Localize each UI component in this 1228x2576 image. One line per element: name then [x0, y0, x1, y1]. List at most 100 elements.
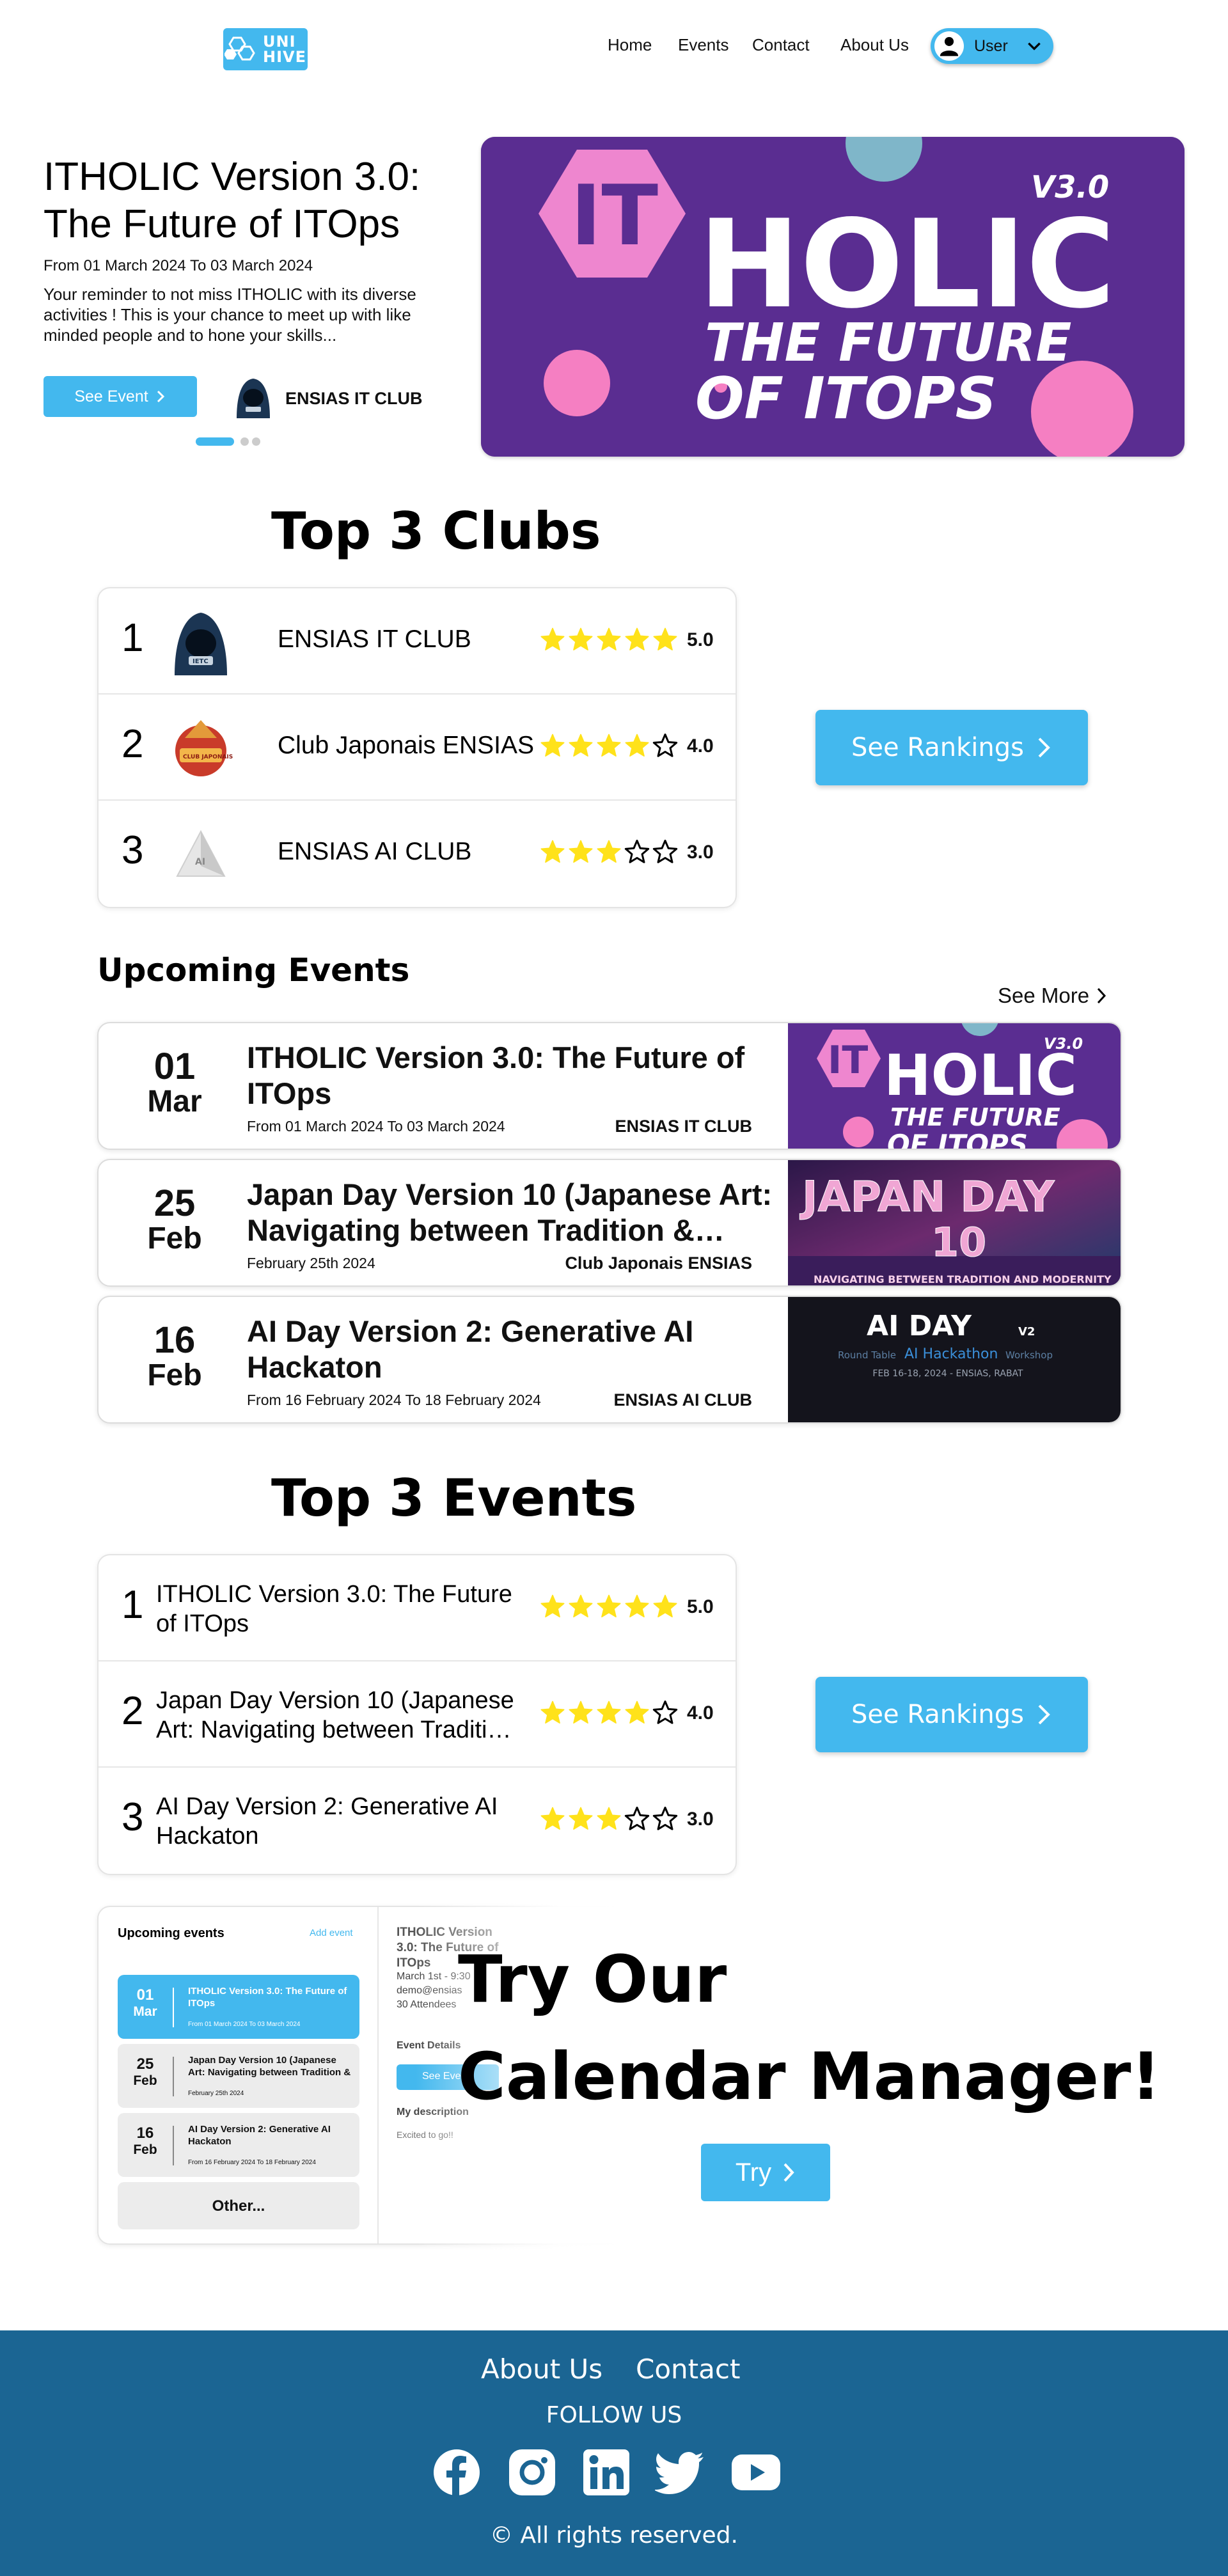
club-rank-row[interactable]: 3 AI ENSIAS AI CLUB 3.0	[98, 801, 736, 907]
star-filled-icon	[653, 1594, 677, 1617]
svg-text:10: 10	[931, 1219, 986, 1266]
logo-text-bottom: HIVE	[263, 48, 306, 66]
svg-text:AI DAY: AI DAY	[867, 1310, 972, 1342]
star-rating	[540, 839, 678, 865]
hero-banner[interactable]: IT HOLIC V3.0 THE FUTURE OF ITOPS	[481, 137, 1185, 457]
rating-value: 3.0	[687, 1809, 714, 1830]
calendar-other: Other...	[118, 2182, 359, 2229]
user-menu[interactable]: User	[931, 28, 1053, 64]
club-rank-row[interactable]: 2 CLUB JAPONAIS Club Japonais ENSIAS 4.0	[98, 695, 736, 801]
japan-day-banner-image: JAPAN DAY 10 NAVIGATING BETWEEN TRADITIO…	[788, 1160, 1121, 1285]
twitter-icon[interactable]	[655, 2447, 706, 2498]
mini-title: Japan Day Version 10 (Japanese Art: Navi…	[188, 2055, 351, 2078]
ai-day-banner-image: AI DAY V2 Round Table AI Hackathon Works…	[788, 1297, 1121, 1422]
linkedin-icon[interactable]	[581, 2447, 632, 2498]
svg-text:CLUB JAPONAIS: CLUB JAPONAIS	[183, 754, 233, 760]
star-filled-icon	[540, 840, 565, 863]
calendar-event-item: 16 Feb AI Day Version 2: Generative AI H…	[118, 2113, 359, 2177]
event-month: Feb	[147, 1221, 202, 1255]
club-name: Club Japonais ENSIAS	[278, 732, 535, 759]
rating-value: 4.0	[687, 735, 714, 757]
chevron-down-icon	[1027, 42, 1041, 51]
hero-club-name: ENSIAS IT CLUB	[285, 389, 423, 408]
svg-text:V2: V2	[1018, 1325, 1035, 1339]
star-filled-icon	[569, 1594, 593, 1617]
calendar-headline-line1: Try Our	[458, 1942, 727, 2018]
star-filled-icon	[625, 1594, 649, 1617]
mini-dates: February 25th 2024	[188, 2090, 244, 2097]
see-event-button[interactable]: See Event	[43, 376, 197, 417]
nav-events[interactable]: Events	[678, 35, 729, 55]
event-rank-row[interactable]: 3 AI Day Version 2: Generative AI Hackat…	[98, 1768, 736, 1874]
instagram-icon[interactable]	[507, 2447, 558, 2498]
star-filled-icon	[597, 1807, 621, 1830]
svg-text:OF ITOPS: OF ITOPS	[887, 1129, 1028, 1150]
svg-text:THE FUTURE: THE FUTURE	[890, 1103, 1060, 1131]
star-filled-icon	[569, 734, 593, 757]
star-filled-icon	[597, 1700, 621, 1724]
event-day: 25	[154, 1182, 196, 1224]
youtube-icon[interactable]	[730, 2447, 782, 2498]
carousel-dot-active[interactable]	[196, 437, 234, 446]
footer-contact[interactable]: Contact	[636, 2353, 740, 2385]
calendar-event-item: 01 Mar ITHOLIC Version 3.0: The Future o…	[118, 1975, 359, 2039]
see-more-link[interactable]: See More	[998, 984, 1107, 1008]
upcoming-events-title: Upcoming Events	[97, 952, 410, 989]
mini-month: Feb	[133, 2142, 157, 2157]
rating-value: 4.0	[687, 1702, 714, 1724]
mini-title: AI Day Version 2: Generative AI Hackaton	[188, 2124, 331, 2147]
star-filled-icon	[540, 1594, 565, 1617]
club-rank-row[interactable]: 1 IETC ENSIAS IT CLUB 5.0	[98, 588, 736, 695]
event-card[interactable]: 16 Feb AI Day Version 2: Generative AI H…	[97, 1296, 1122, 1424]
carousel-dot[interactable]	[240, 437, 249, 446]
star-rating	[540, 1700, 678, 1725]
user-name: User	[974, 36, 1008, 55]
nav-contact[interactable]: Contact	[752, 35, 810, 55]
chevron-right-icon	[157, 390, 164, 403]
star-filled-icon	[569, 627, 593, 650]
event-club: ENSIAS IT CLUB	[615, 1117, 752, 1136]
svg-text:OF ITOPS: OF ITOPS	[695, 365, 997, 432]
mini-month: Mar	[133, 2004, 157, 2019]
footer-about-us[interactable]: About Us	[481, 2353, 602, 2385]
star-empty-icon	[652, 840, 678, 863]
event-banner: IT HOLIC V3.0 THE FUTURE OF ITOPS	[788, 1023, 1121, 1150]
event-card[interactable]: 25 Feb Japan Day Version 10 (Japanese Ar…	[97, 1159, 1122, 1287]
star-filled-icon	[569, 1807, 593, 1830]
club-logo-ensias-ai: AI	[176, 829, 226, 877]
star-filled-icon	[540, 1700, 565, 1724]
event-rank-row[interactable]: 2 Japan Day Version 10 (Japanese Art: Na…	[98, 1661, 736, 1768]
star-empty-icon	[652, 1807, 678, 1830]
event-day: 01	[154, 1046, 196, 1087]
star-rating	[540, 1594, 678, 1619]
mini-dates: From 01 March 2024 To 03 March 2024	[188, 2021, 301, 2028]
calendar-headline-line2: Calendar Manager!	[458, 2039, 1161, 2115]
event-name: Japan Day Version 10 (Japanese Art: Navi…	[156, 1687, 514, 1743]
nav-home[interactable]: Home	[608, 35, 652, 55]
see-event-rankings-button[interactable]: See Rankings	[815, 1677, 1088, 1752]
facebook-icon[interactable]	[431, 2447, 482, 2498]
nav-about-us[interactable]: About Us	[840, 35, 909, 55]
event-banner: AI DAY V2 Round Table AI Hackathon Works…	[788, 1297, 1121, 1422]
star-empty-icon	[624, 840, 650, 863]
event-date: 01 Mar	[98, 1023, 251, 1149]
svg-text:NAVIGATING BETWEEN TRADITION A: NAVIGATING BETWEEN TRADITION AND MODERNI…	[814, 1273, 1112, 1285]
event-card[interactable]: 01 Mar ITHOLIC Version 3.0: The Future o…	[97, 1022, 1122, 1150]
star-filled-icon	[597, 1594, 621, 1617]
event-date: 25 Feb	[98, 1160, 251, 1285]
rating-value: 5.0	[687, 1596, 714, 1617]
svg-text:AI Hackathon: AI Hackathon	[904, 1346, 998, 1362]
user-icon	[940, 36, 959, 56]
event-date: 16 Feb	[98, 1297, 251, 1422]
star-filled-icon	[540, 627, 565, 650]
carousel-dot[interactable]	[252, 437, 260, 446]
event-rank-row[interactable]: 1 ITHOLIC Version 3.0: The Future of ITO…	[98, 1555, 736, 1661]
star-rating	[540, 1806, 678, 1832]
hero-description: Your reminder to not miss ITHOLIC with i…	[43, 285, 416, 345]
rating-value: 5.0	[687, 629, 714, 650]
event-dates: From 01 March 2024 To 03 March 2024	[247, 1118, 505, 1135]
try-button[interactable]: Try	[701, 2144, 830, 2201]
see-club-rankings-button[interactable]: See Rankings	[815, 710, 1088, 785]
svg-text:IT: IT	[571, 167, 658, 264]
site-logo[interactable]: UNI HIVE	[223, 28, 308, 70]
